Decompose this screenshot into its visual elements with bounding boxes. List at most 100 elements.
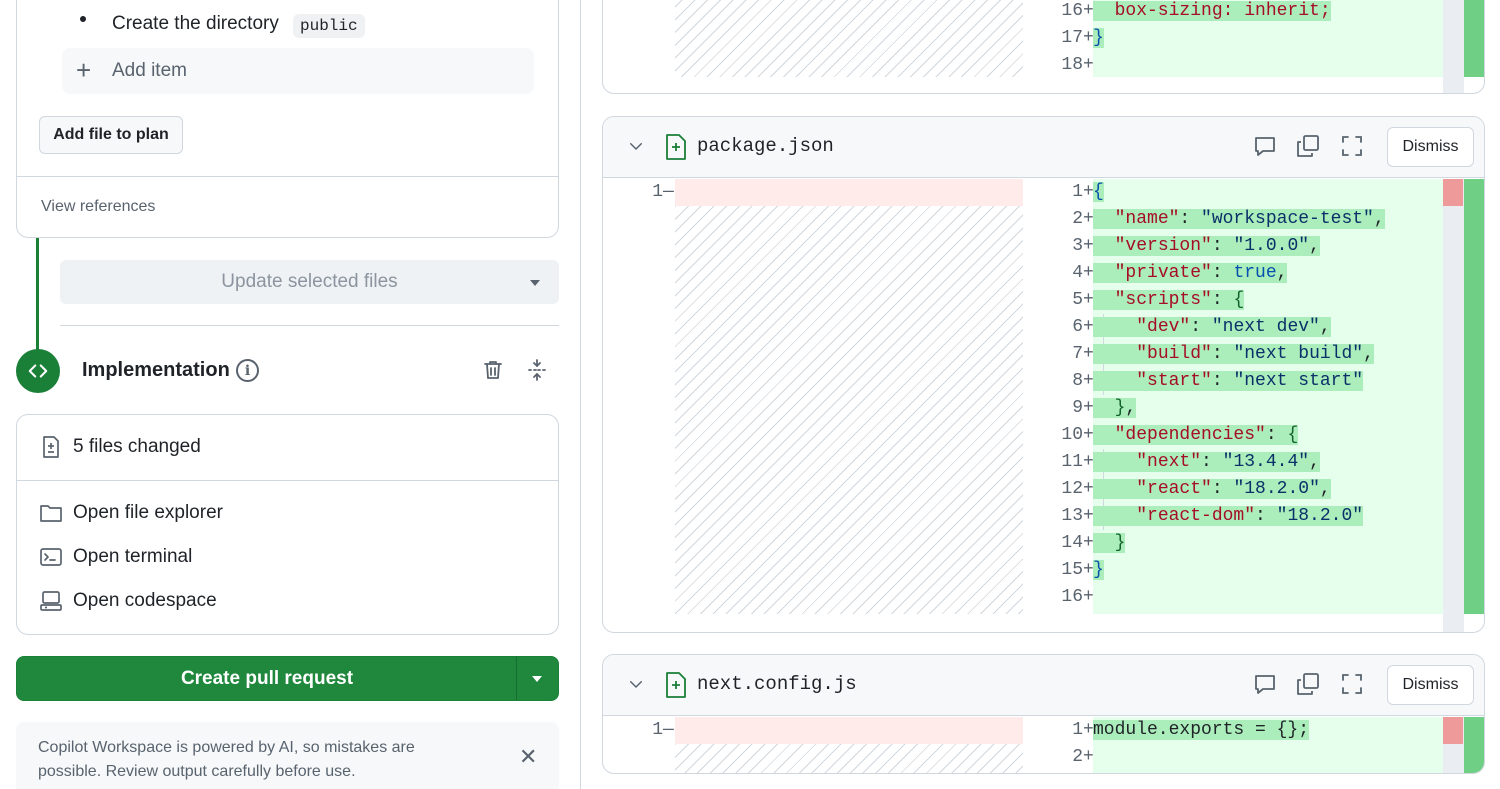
plus-icon: + bbox=[76, 55, 92, 85]
comment-icon[interactable] bbox=[1253, 672, 1277, 696]
info-icon[interactable]: i bbox=[236, 359, 259, 382]
line-number: 13 bbox=[1061, 506, 1083, 526]
open-codespace-item[interactable]: Open codespace bbox=[39, 589, 217, 613]
update-selected-files-button[interactable]: Update selected files bbox=[60, 260, 559, 304]
code-line: } bbox=[1093, 530, 1126, 557]
code-line: "dependencies": { bbox=[1093, 422, 1299, 449]
file-added-icon bbox=[666, 672, 686, 698]
panel-divider bbox=[580, 0, 581, 789]
terminal-icon bbox=[40, 548, 62, 566]
trash-icon[interactable] bbox=[481, 358, 505, 382]
divider bbox=[17, 176, 558, 177]
code-line: "dev": "next dev", bbox=[1093, 314, 1331, 341]
close-icon[interactable]: ✕ bbox=[519, 746, 537, 768]
minimap-deleted bbox=[1443, 717, 1463, 744]
copy-icon[interactable] bbox=[1296, 134, 1320, 158]
file-name: next.config.js bbox=[697, 673, 857, 695]
code-line: }, bbox=[1093, 395, 1137, 422]
fold-icon[interactable] bbox=[525, 358, 549, 382]
code-line: "start": "next start" bbox=[1093, 368, 1364, 395]
line-number: 1 bbox=[652, 720, 663, 740]
diff-header: next.config.js Dismiss bbox=[603, 655, 1484, 716]
diff-sign: + bbox=[1083, 55, 1094, 75]
line-number: 4 bbox=[1072, 263, 1083, 283]
diff-deleted-area bbox=[675, 179, 1023, 206]
chevron-down-icon[interactable] bbox=[627, 137, 645, 155]
ai-notice-text: Copilot Workspace is powered by AI, so m… bbox=[38, 739, 415, 780]
code-line: "scripts": { bbox=[1093, 287, 1245, 314]
line-number: 18 bbox=[1061, 55, 1083, 75]
comment-icon[interactable] bbox=[1253, 134, 1277, 158]
update-selected-files-label: Update selected files bbox=[221, 271, 398, 292]
diff-header: package.json Dismiss bbox=[603, 117, 1484, 178]
line-number: 8 bbox=[1072, 371, 1083, 391]
code-line: "build": "next build", bbox=[1093, 341, 1374, 368]
file-diff-icon bbox=[43, 436, 59, 458]
code-line: { bbox=[1093, 182, 1104, 202]
folder-icon bbox=[40, 505, 62, 522]
scrollbar[interactable] bbox=[1443, 179, 1464, 632]
open-file-explorer-item[interactable]: Open file explorer bbox=[39, 501, 223, 525]
dismiss-button[interactable]: Dismiss bbox=[1387, 127, 1474, 167]
line-number: 1 bbox=[1072, 182, 1083, 202]
line-number: 10 bbox=[1061, 425, 1083, 445]
diff-empty-area bbox=[675, 206, 1023, 614]
diff-card-package-json: package.json Dismiss 1 — 1 +2 +3 +4 +5 +6 +7 +8… bbox=[602, 116, 1485, 633]
files-changed-label: 5 files changed bbox=[73, 436, 201, 457]
fullscreen-icon[interactable] bbox=[1340, 134, 1364, 158]
line-number: 1 bbox=[1072, 720, 1083, 740]
diff-sign: — bbox=[663, 720, 674, 740]
chevron-down-icon[interactable] bbox=[627, 675, 645, 693]
view-references-link[interactable]: View references bbox=[41, 198, 155, 216]
chevron-down-icon[interactable] bbox=[530, 280, 540, 286]
open-terminal-item[interactable]: Open terminal bbox=[39, 545, 192, 569]
line-number: 14 bbox=[1061, 533, 1083, 553]
diff-deleted-area bbox=[675, 717, 1023, 744]
line-number: 6 bbox=[1072, 317, 1083, 337]
create-pull-request-button[interactable]: Create pull request bbox=[16, 656, 559, 701]
divider bbox=[60, 325, 559, 326]
codespace-icon bbox=[40, 591, 62, 611]
line-number: 11 bbox=[1061, 452, 1083, 472]
diff-sign: — bbox=[663, 182, 674, 202]
open-terminal-label: Open terminal bbox=[73, 546, 193, 567]
line-number: 17 bbox=[1061, 28, 1083, 48]
diff-card-previous: 16 + box-sizing: inherit; 17 + } 18 + bbox=[602, 0, 1485, 94]
implementation-title: Implementation bbox=[82, 359, 230, 381]
create-pull-request-label: Create pull request bbox=[180, 667, 354, 689]
divider bbox=[516, 657, 517, 700]
ai-notice: Copilot Workspace is powered by AI, so m… bbox=[16, 722, 559, 789]
line-number: 2 bbox=[1072, 747, 1083, 767]
code-line: "react-dom": "18.2.0" bbox=[1093, 503, 1364, 530]
line-number: 3 bbox=[1072, 236, 1083, 256]
line-number: 16 bbox=[1061, 587, 1083, 607]
code-line: "version": "1.0.0", bbox=[1093, 233, 1320, 260]
scrollbar[interactable] bbox=[1443, 0, 1464, 93]
code-icon bbox=[16, 349, 60, 393]
copy-icon[interactable] bbox=[1296, 672, 1320, 696]
open-codespace-label: Open codespace bbox=[73, 590, 217, 611]
timeline-connector bbox=[36, 238, 39, 354]
bullet-icon bbox=[80, 16, 86, 22]
code-line: } bbox=[1093, 560, 1104, 580]
files-changed-row[interactable]: 5 files changed bbox=[39, 435, 201, 459]
diff-sign: + bbox=[1083, 747, 1094, 767]
add-file-to-plan-button[interactable]: Add file to plan bbox=[39, 116, 183, 154]
line-number: 12 bbox=[1061, 479, 1083, 499]
add-item-label: Add item bbox=[112, 60, 187, 81]
minimap-added bbox=[1464, 0, 1484, 77]
dismiss-button[interactable]: Dismiss bbox=[1387, 665, 1474, 705]
file-added-icon bbox=[666, 134, 686, 160]
fullscreen-icon[interactable] bbox=[1340, 672, 1364, 696]
chevron-down-icon[interactable] bbox=[532, 676, 542, 682]
plan-item-text: Create the directory bbox=[112, 13, 279, 34]
code-line: "name": "workspace-test", bbox=[1093, 206, 1385, 233]
line-number: 15 bbox=[1061, 560, 1083, 580]
minimap-added bbox=[1464, 179, 1484, 614]
diff-sign: + bbox=[1083, 587, 1094, 607]
code-line: "react": "18.2.0", bbox=[1093, 476, 1331, 503]
minimap-deleted bbox=[1443, 179, 1463, 206]
add-item-button[interactable]: + Add item bbox=[62, 48, 534, 94]
plan-item-code: public bbox=[293, 14, 365, 38]
code-line: module.exports = {}; bbox=[1093, 720, 1310, 740]
